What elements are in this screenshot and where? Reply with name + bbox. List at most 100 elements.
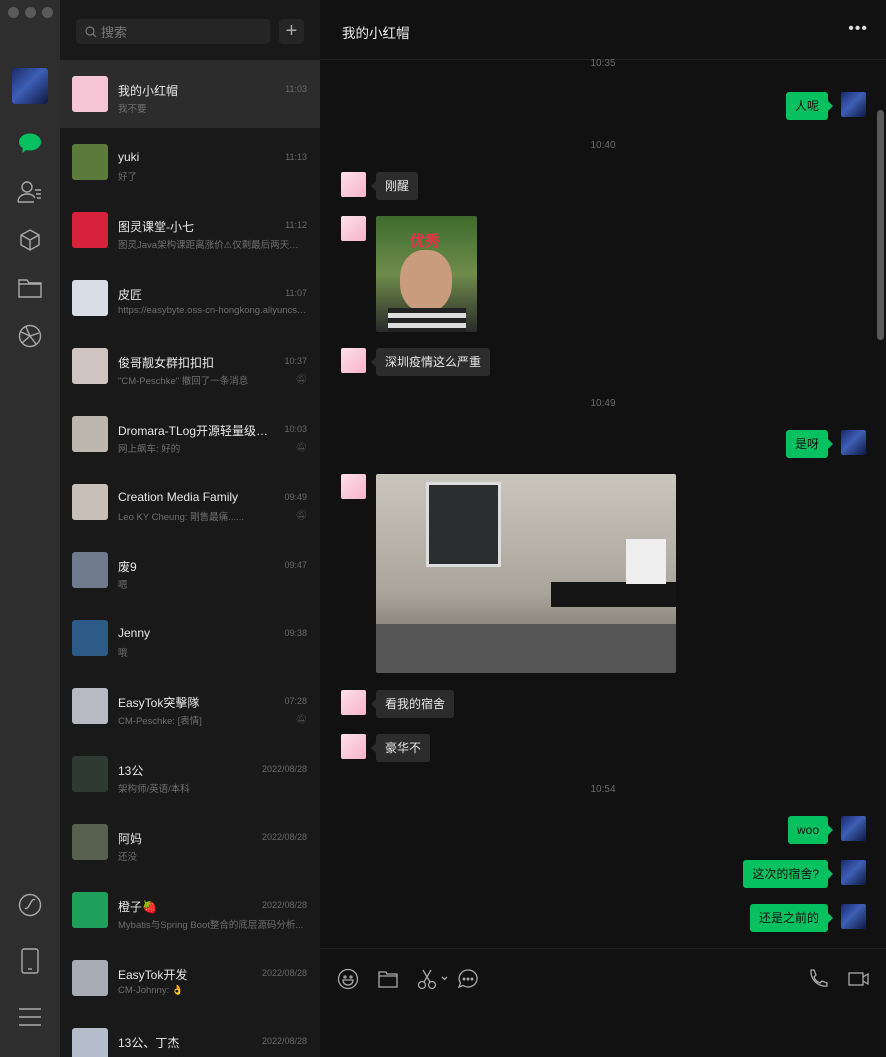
chat-list-item[interactable]: 我的小红帽 11:03 我不要: [60, 60, 320, 128]
message-bubble[interactable]: 人呢: [785, 92, 834, 120]
message-bubble[interactable]: 刚醒: [370, 172, 419, 200]
input-area[interactable]: [320, 948, 886, 1057]
my-avatar[interactable]: [12, 68, 48, 104]
message-bubble[interactable]: 看我的宿舍: [370, 690, 455, 718]
chat-list-item[interactable]: Dromara-TLog开源轻量级日志追踪 10:03 网上飙车: 好的 🔕︎: [60, 400, 320, 468]
conversation-header: 我的小红帽 •••: [320, 0, 886, 60]
chat-list-item[interactable]: 俊哥靓女群扣扣扣 10:37 "CM-Peschke" 撤回了一条消息 🔕︎: [60, 332, 320, 400]
menu-icon[interactable]: [15, 1002, 45, 1032]
chat-list-item[interactable]: 13公、丁杰 2022/08/28: [60, 1012, 320, 1057]
image-caption: 优秀: [410, 233, 441, 250]
avatar: [72, 212, 108, 248]
avatar: [72, 484, 108, 520]
chat-list-item[interactable]: yuki 11:13 好了: [60, 128, 320, 196]
mute-icon: 🔕︎: [295, 714, 307, 724]
emoji-icon[interactable]: [336, 967, 360, 991]
avatar: [72, 280, 108, 316]
message-avatar[interactable]: [341, 474, 366, 499]
video-icon[interactable]: [847, 967, 871, 991]
chat-name: 皮匠: [118, 288, 143, 302]
more-icon[interactable]: •••: [848, 20, 868, 38]
phone-icon[interactable]: [806, 967, 830, 991]
message-bubble[interactable]: 是呀: [785, 430, 834, 458]
message-bubble[interactable]: 这次的宿舍?: [743, 860, 833, 888]
minimize-window-button[interactable]: [25, 7, 36, 18]
avatar: [72, 76, 108, 112]
message-avatar[interactable]: [841, 816, 866, 841]
avatar: [72, 144, 108, 180]
chat-name: Dromara-TLog开源轻量级日志追踪: [118, 424, 278, 438]
files-icon[interactable]: [15, 273, 45, 303]
chat-list-item[interactable]: 13公 2022/08/28 架构师/英语/本科: [60, 740, 320, 808]
chat-list-item[interactable]: Jenny 09:38 哦: [60, 604, 320, 672]
chat-time: 2022/08/28: [261, 764, 307, 774]
message-bubble[interactable]: 还是之前的: [749, 904, 834, 932]
channels-icon[interactable]: [15, 890, 45, 920]
chat-list-item[interactable]: EasyTok开发 2022/08/28 CM-Johnny: 👌: [60, 944, 320, 1012]
timestamp: 10:35: [590, 58, 616, 69]
chat-list-item[interactable]: 图灵课堂-小七 11:12 图灵Java架构课距离涨价⚠仅剩最后两天！😭: [60, 196, 320, 264]
message-avatar[interactable]: [841, 92, 866, 117]
chat-name: 图灵课堂-小七: [118, 220, 194, 234]
timestamp: 10:49: [590, 398, 616, 409]
folder-icon[interactable]: [376, 967, 400, 991]
chat-time: 11:07: [285, 288, 307, 298]
chat-name: 俊哥靓女群扣扣扣: [118, 356, 215, 370]
zoom-window-button[interactable]: [42, 7, 53, 18]
message-avatar[interactable]: [341, 734, 366, 759]
message-avatar[interactable]: [341, 172, 366, 197]
chat-time: 10:37: [284, 356, 307, 366]
chat-preview: "CM-Peschke" 撤回了一条消息: [118, 376, 249, 387]
avatar: [72, 552, 108, 588]
chat-list-item[interactable]: 阿妈 2022/08/28 还没: [60, 808, 320, 876]
mute-icon: 🔕︎: [295, 442, 307, 452]
avatar: [72, 688, 108, 724]
chat-preview: 还没: [118, 852, 138, 863]
conversation-title: 我的小红帽: [342, 26, 410, 41]
message-avatar[interactable]: [841, 904, 866, 929]
message-bubble[interactable]: 豪华不: [370, 734, 431, 762]
chat-list-item[interactable]: Creation Media Family 09:49 Leo KY Cheun…: [60, 468, 320, 536]
chat-history-icon[interactable]: [456, 967, 480, 991]
image-message[interactable]: [376, 474, 676, 673]
message-avatar[interactable]: [341, 690, 366, 715]
message-bubble[interactable]: woo: [787, 816, 834, 844]
add-button[interactable]: +: [279, 19, 304, 44]
chat-preview: https://easybyte.oss-cn-hongkong.aliyunc…: [118, 305, 308, 316]
nav-rail: [0, 0, 60, 1057]
close-window-button[interactable]: [8, 7, 19, 18]
chat-time: 09:38: [284, 628, 307, 638]
chat-preview: 哦: [118, 648, 128, 659]
moments-icon[interactable]: [15, 321, 45, 351]
message-avatar[interactable]: [841, 430, 866, 455]
chat-preview: 架构师/英语/本科: [118, 784, 190, 795]
scrollbar[interactable]: [877, 110, 884, 340]
search-input[interactable]: 搜索: [76, 19, 270, 44]
chat-list-item[interactable]: 废9 09:47 嗯: [60, 536, 320, 604]
chats-icon[interactable]: [15, 128, 45, 158]
scissors-icon[interactable]: [416, 967, 448, 991]
message-avatar[interactable]: [841, 860, 866, 885]
contacts-icon[interactable]: [15, 177, 45, 207]
chat-name: 废9: [118, 560, 137, 574]
phone-device-icon[interactable]: [15, 946, 45, 976]
chat-time: 2022/08/28: [261, 832, 307, 842]
avatar: [72, 756, 108, 792]
chat-preview: CM-Johnny: 👌: [118, 985, 184, 996]
avatar: [72, 892, 108, 928]
chat-list-item[interactable]: EasyTok突擊隊 07:28 CM-Peschke: [表情] 🔕︎: [60, 672, 320, 740]
chat-name: EasyTok突擊隊: [118, 696, 200, 710]
chat-list: 搜索 + 我的小红帽 11:03 我不要 yuki 11:13 好了 图灵课堂-…: [60, 0, 320, 1057]
chat-preview: Leo KY Cheung: 剛售最痛......: [118, 512, 245, 523]
message-avatar[interactable]: [341, 348, 366, 373]
avatar: [72, 416, 108, 452]
mini-programs-icon[interactable]: [15, 225, 45, 255]
chat-list-item[interactable]: 皮匠 11:07 https://easybyte.oss-cn-hongkon…: [60, 264, 320, 332]
chat-time: 2022/08/28: [261, 900, 307, 910]
chat-name: Jenny: [118, 626, 151, 640]
chat-preview: CM-Peschke: [表情]: [118, 716, 202, 727]
message-bubble[interactable]: 深圳疫情这么严重: [370, 348, 491, 376]
message-avatar[interactable]: [341, 216, 366, 241]
chat-list-item[interactable]: 橙子🍓 2022/08/28 Mybatis与Spring Boot整合的底层源…: [60, 876, 320, 944]
image-message[interactable]: 优秀: [376, 216, 477, 332]
